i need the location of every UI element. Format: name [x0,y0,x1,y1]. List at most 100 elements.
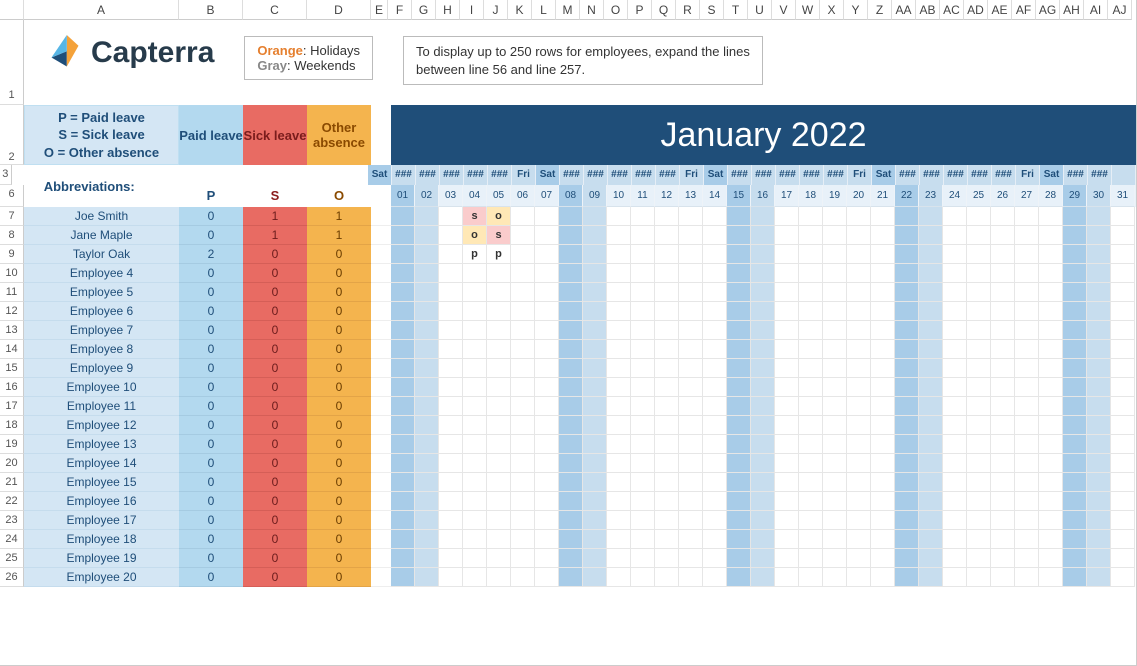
day-cell[interactable] [943,302,967,321]
day-cell[interactable] [1111,511,1135,530]
day-name-cell[interactable]: ### [608,165,632,185]
day-cell[interactable] [559,473,583,492]
day-cell[interactable] [751,264,775,283]
day-name-cell[interactable]: Sat [1040,165,1064,185]
day-cell[interactable] [655,321,679,340]
day-cell[interactable] [967,454,991,473]
row-number[interactable]: 20 [0,454,24,473]
day-cell[interactable] [607,245,631,264]
day-cell[interactable] [1063,568,1087,587]
day-cell[interactable] [583,302,607,321]
day-cell[interactable] [1087,416,1111,435]
day-cell[interactable] [535,264,559,283]
day-cell[interactable] [1015,283,1039,302]
col-header[interactable]: B [179,0,243,20]
day-cell[interactable] [895,378,919,397]
day-cell[interactable] [583,359,607,378]
day-cell[interactable] [895,549,919,568]
day-cell[interactable]: p [463,245,487,264]
day-cell[interactable] [535,245,559,264]
day-cell[interactable] [751,302,775,321]
day-cell[interactable] [799,435,823,454]
day-cell[interactable] [1039,454,1063,473]
day-cell[interactable] [775,454,799,473]
col-header[interactable]: J [484,0,508,20]
day-cell[interactable] [871,511,895,530]
col-header[interactable]: AB [916,0,940,20]
row-number[interactable]: 1 [0,20,24,105]
day-cell[interactable] [391,454,415,473]
day-cell[interactable] [991,321,1015,340]
date-number-cell[interactable]: 30 [1087,185,1111,207]
day-cell[interactable] [727,397,751,416]
day-cell[interactable] [703,454,727,473]
day-cell[interactable] [799,264,823,283]
day-cell[interactable] [439,530,463,549]
day-name-cell[interactable]: ### [992,165,1016,185]
day-cell[interactable] [463,359,487,378]
day-cell[interactable] [919,435,943,454]
day-cell[interactable] [559,416,583,435]
day-cell[interactable] [679,321,703,340]
day-cell[interactable] [823,226,847,245]
day-cell[interactable] [727,302,751,321]
day-cell[interactable] [511,340,535,359]
day-cell[interactable] [871,416,895,435]
definitions-cell[interactable]: P = Paid leave S = Sick leave O = Other … [24,105,179,165]
col-header[interactable]: U [748,0,772,20]
day-cell[interactable] [655,283,679,302]
day-cell[interactable] [775,264,799,283]
row-number[interactable]: 6 [0,185,24,207]
day-cell[interactable] [1087,359,1111,378]
day-cell[interactable] [703,473,727,492]
day-cell[interactable] [1039,397,1063,416]
day-cell[interactable] [943,359,967,378]
day-cell[interactable] [1039,207,1063,226]
day-cell[interactable] [391,511,415,530]
day-cell[interactable] [535,302,559,321]
day-cell[interactable] [823,549,847,568]
day-cell[interactable] [631,245,655,264]
day-cell[interactable] [487,511,511,530]
day-cell[interactable] [775,207,799,226]
day-cell[interactable] [391,264,415,283]
day-cell[interactable] [679,226,703,245]
day-cell[interactable] [463,302,487,321]
day-cell[interactable] [415,473,439,492]
day-cell[interactable] [439,264,463,283]
date-number-cell[interactable]: 28 [1039,185,1063,207]
day-cell[interactable] [895,207,919,226]
day-cell[interactable] [1111,359,1135,378]
day-cell[interactable] [1111,283,1135,302]
day-cell[interactable] [655,264,679,283]
date-number-cell[interactable]: 29 [1063,185,1087,207]
day-cell[interactable] [751,321,775,340]
day-cell[interactable] [511,568,535,587]
sick-count-cell[interactable]: 0 [243,302,307,321]
day-cell[interactable] [463,397,487,416]
day-cell[interactable] [871,492,895,511]
day-cell[interactable] [679,207,703,226]
day-cell[interactable] [703,245,727,264]
day-cell[interactable] [943,226,967,245]
day-cell[interactable] [991,549,1015,568]
col-header[interactable]: D [307,0,371,20]
day-cell[interactable] [391,378,415,397]
day-cell[interactable] [703,207,727,226]
day-cell[interactable] [775,492,799,511]
day-cell[interactable] [727,283,751,302]
day-name-cell[interactable]: ### [464,165,488,185]
day-cell[interactable] [703,435,727,454]
employee-name-cell[interactable]: Employee 17 [24,511,179,530]
day-cell[interactable] [679,283,703,302]
day-cell[interactable] [559,359,583,378]
col-header[interactable]: X [820,0,844,20]
day-cell[interactable] [439,378,463,397]
day-cell[interactable] [703,511,727,530]
day-name-cell[interactable]: ### [944,165,968,185]
paid-count-cell[interactable]: 0 [179,568,243,587]
day-cell[interactable] [463,283,487,302]
day-cell[interactable] [535,207,559,226]
other-count-cell[interactable]: 0 [307,568,371,587]
day-cell[interactable] [751,207,775,226]
